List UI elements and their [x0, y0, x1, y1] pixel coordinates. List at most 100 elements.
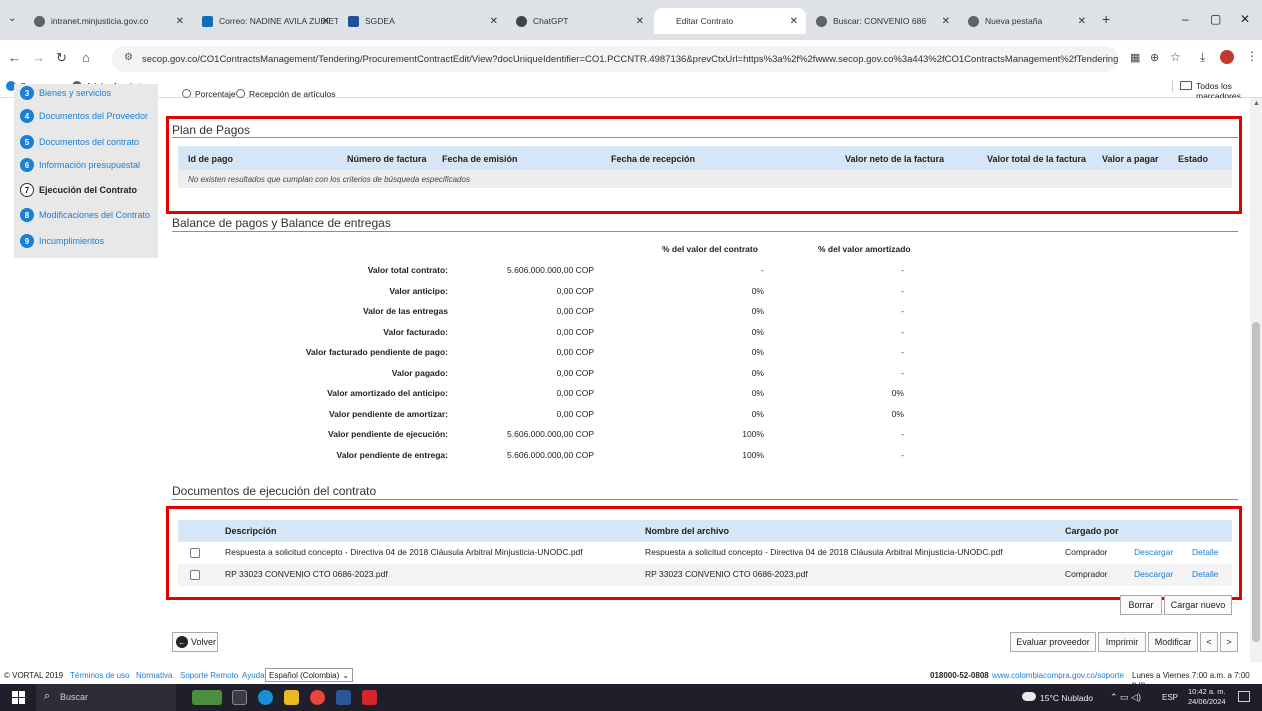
clock-time[interactable]: 10:42 a. m. — [1188, 687, 1226, 696]
evaluate-supplier-button[interactable]: Evaluar proveedor — [1010, 632, 1096, 652]
notifications-icon[interactable] — [1238, 691, 1250, 702]
input-language[interactable]: ESP — [1162, 693, 1178, 702]
forward-arrow-icon[interactable]: → — [32, 50, 45, 65]
tab-label: Buscar: CONVENIO 686 — [833, 16, 927, 26]
balance-pct-amortized: 0% — [891, 388, 904, 398]
step-number: 6 — [20, 158, 34, 172]
print-button[interactable]: Imprimir — [1098, 632, 1146, 652]
weather[interactable]: 15°C Nublado — [1040, 693, 1093, 703]
menu-icon[interactable]: ⋮ — [1246, 49, 1258, 63]
sidebar-item-bienes[interactable]: 3 Bienes y servicios — [20, 84, 111, 102]
tray-icons[interactable]: ⌃ ▭ ◁) — [1110, 692, 1141, 703]
tab-intranet[interactable]: intranet.minjusticia.gov.co ✕ — [26, 8, 192, 34]
balance-value: 5.606.000.000,00 COP — [507, 265, 594, 275]
reload-icon[interactable]: ↻ — [56, 50, 67, 66]
next-button[interactable]: > — [1220, 632, 1238, 652]
radio-recepcion[interactable] — [236, 89, 245, 98]
chrome-icon[interactable] — [310, 690, 325, 705]
footer-link-ayuda[interactable]: Ayuda — [242, 671, 265, 680]
sidebar-item-presupuestal[interactable]: 6 Información presupuestal — [20, 156, 140, 174]
taskbar-search-label: Buscar — [60, 692, 89, 702]
sidebar-item-incumplimientos[interactable]: 9 Incumplimientos — [20, 232, 104, 250]
download-icon[interactable]: ⤓ — [1200, 50, 1205, 65]
new-tab-button[interactable]: + — [1102, 11, 1110, 27]
footer-link-soporte[interactable]: Soporte Remoto — [180, 671, 238, 680]
sidebar-item-label: Documentos del Proveedor — [39, 111, 149, 121]
minimize-button[interactable]: – — [1182, 12, 1189, 26]
prev-button[interactable]: < — [1200, 632, 1218, 652]
address-bar[interactable]: secop.gov.co/CO1ContractsManagement/Tend… — [112, 46, 1118, 72]
star-icon[interactable]: ☆ — [1170, 50, 1181, 64]
detail-link[interactable]: Detalle — [1192, 547, 1218, 557]
row-checkbox[interactable] — [190, 570, 200, 580]
doc-description: RP 33023 CONVENIO CTO 0686-2023.pdf — [225, 569, 388, 579]
zoom-icon[interactable]: ⊕ — [1150, 51, 1159, 64]
close-tab-icon[interactable]: ✕ — [942, 16, 950, 27]
acrobat-icon[interactable] — [362, 690, 377, 705]
balance-title: Balance de pagos y Balance de entregas — [172, 216, 391, 230]
balance-pct-amortized: - — [901, 368, 904, 378]
back-arrow-icon[interactable]: ← — [8, 50, 21, 65]
sidebar-item-modificaciones[interactable]: 8 Modificaciones del Contrato — [20, 206, 150, 224]
url-text: secop.gov.co/CO1ContractsManagement/Tend… — [142, 53, 1118, 65]
footer-link-terms[interactable]: Términos de uso — [70, 671, 130, 680]
delete-button[interactable]: Borrar — [1120, 595, 1162, 615]
tab-sgdea[interactable]: SGDEA ✕ — [340, 8, 506, 34]
download-link[interactable]: Descargar — [1134, 569, 1173, 579]
radio-porcentaje[interactable] — [182, 89, 191, 98]
close-tab-icon[interactable]: ✕ — [790, 16, 798, 27]
close-tab-icon[interactable]: ✕ — [176, 16, 184, 27]
radio-porcentaje-label: Porcentaje — [195, 89, 236, 99]
tab-buscar[interactable]: Buscar: CONVENIO 686 ✕ — [808, 8, 958, 34]
landscape-icon[interactable] — [192, 690, 222, 705]
balance-label: Valor pendiente de amortizar: — [328, 409, 448, 419]
col-header: Valor total de la factura — [987, 154, 1087, 164]
tab-nueva[interactable]: Nueva pestaña ✕ — [960, 8, 1094, 34]
detail-link[interactable]: Detalle — [1192, 569, 1218, 579]
footer-link-normativa[interactable]: Normativa — [136, 671, 172, 680]
clock-date[interactable]: 24/06/2024 — [1188, 697, 1226, 706]
tab-editar-contrato[interactable]: Editar Contrato ✕ — [654, 8, 806, 34]
search-icon: ⌕ — [44, 690, 51, 702]
tab-correo[interactable]: Correo: NADINE AVILA ZUBIETA ✕ — [194, 8, 338, 34]
word-icon[interactable] — [336, 690, 351, 705]
close-window-button[interactable]: ✕ — [1240, 12, 1250, 26]
task-view-icon[interactable] — [232, 690, 247, 705]
sidebar-item-documentos-proveedor[interactable]: 4 Documentos del Proveedor — [20, 107, 148, 125]
scroll-up-icon[interactable]: ▲ — [1253, 100, 1260, 107]
windows-start-icon[interactable] — [12, 691, 25, 704]
modify-button[interactable]: Modificar — [1148, 632, 1198, 652]
support-link[interactable]: www.colombiacompra.gov.co/soporte — [992, 671, 1124, 680]
row-checkbox[interactable] — [190, 548, 200, 558]
maximize-button[interactable]: ▢ — [1210, 12, 1221, 26]
back-button[interactable]: ← Volver — [172, 632, 218, 652]
step-number: 5 — [20, 135, 34, 149]
sidebar-item-documentos-contrato[interactable]: 5 Documentos del contrato — [20, 133, 139, 151]
balance-value: 0,00 COP — [556, 347, 594, 357]
sidebar-item-ejecucion[interactable]: 7 Ejecución del Contrato — [20, 181, 137, 199]
close-tab-icon[interactable]: ✕ — [322, 16, 330, 27]
close-tab-icon[interactable]: ✕ — [636, 16, 644, 27]
upload-new-button[interactable]: Cargar nuevo — [1164, 595, 1232, 615]
outlook-icon — [202, 15, 213, 27]
tab-label: SGDEA — [365, 16, 395, 26]
file-explorer-icon[interactable] — [284, 690, 299, 705]
home-icon[interactable]: ⌂ — [82, 50, 90, 65]
balance-label: Valor facturado: — [383, 327, 448, 337]
profile-avatar[interactable] — [1220, 50, 1234, 64]
tab-search-chevron-icon[interactable]: ⌄ — [8, 13, 16, 24]
close-tab-icon[interactable]: ✕ — [490, 16, 498, 27]
tab-chatgpt[interactable]: ChatGPT ✕ — [508, 8, 652, 34]
scrollbar-thumb[interactable] — [1252, 322, 1260, 642]
taskbar-search[interactable] — [36, 684, 176, 711]
site-info-icon[interactable]: ⚙ — [124, 52, 133, 63]
edge-icon[interactable] — [258, 690, 273, 705]
sidebar-item-label: Ejecución del Contrato — [39, 185, 138, 195]
step-number: 3 — [20, 86, 34, 100]
balance-pct-contract: 0% — [751, 306, 764, 316]
close-tab-icon[interactable]: ✕ — [1078, 16, 1086, 27]
language-select[interactable]: Español (Colombia) ⌄ — [265, 668, 353, 682]
translate-icon[interactable]: ▦ — [1130, 51, 1140, 64]
folder-icon — [1180, 81, 1192, 90]
download-link[interactable]: Descargar — [1134, 547, 1173, 557]
